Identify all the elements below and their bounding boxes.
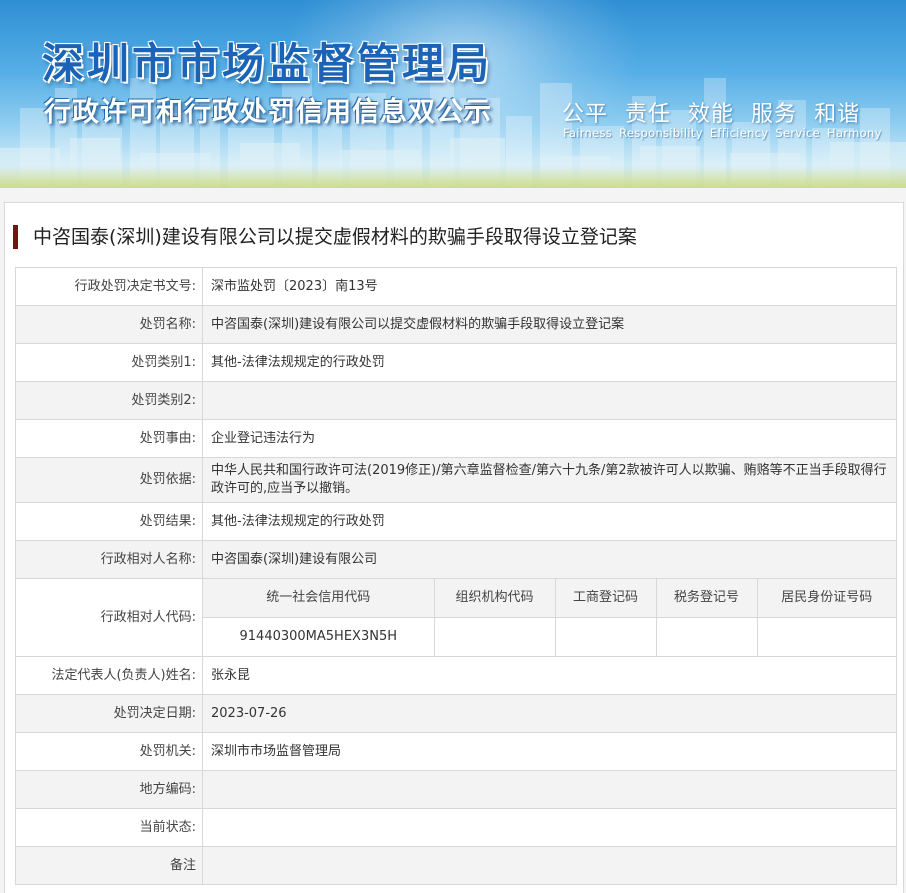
slogan-word: 效能 <box>688 102 735 127</box>
slogan-word-en: Harmony <box>827 126 882 140</box>
slogan-word: 责任 <box>625 102 672 127</box>
authority-value: 深圳市市场监督管理局 <box>202 732 897 771</box>
code-header: 居民身份证号码 <box>757 579 896 618</box>
business-reg-value <box>555 617 657 656</box>
field-label: 处罚事由: <box>15 419 203 458</box>
table-row: 法定代表人(负责人)姓名: 张永昆 <box>15 656 897 695</box>
table-row: 处罚依据: 中华人民共和国行政许可法(2019修正)/第六章监督检查/第六十九条… <box>15 457 897 503</box>
result-value: 其他-法律法规规定的行政处罚 <box>202 502 897 541</box>
status-value <box>202 808 897 847</box>
table-row: 处罚决定日期: 2023-07-26 <box>15 694 897 733</box>
table-row: 行政相对人名称: 中咨国泰(深圳)建设有限公司 <box>15 540 897 579</box>
table-row: 处罚结果: 其他-法律法规规定的行政处罚 <box>15 502 897 541</box>
table-row: 处罚名称: 中咨国泰(深圳)建设有限公司以提交虚假材料的欺骗手段取得设立登记案 <box>15 305 897 344</box>
slogan-word-en: Responsibility <box>619 126 703 140</box>
decision-date-value: 2023-07-26 <box>202 694 897 733</box>
code-header: 工商登记码 <box>555 579 657 618</box>
table-row: 备注 <box>15 846 897 885</box>
table-row: 处罚类别2: <box>15 381 897 420</box>
party-code-table: 统一社会信用代码 组织机构代码 工商登记码 税务登记号 居民身份证号码 9144… <box>203 579 896 656</box>
case-title: 中咨国泰(深圳)建设有限公司以提交虚假材料的欺骗手段取得设立登记案 <box>13 225 637 249</box>
field-label: 备注 <box>15 846 203 885</box>
code-header: 税务登记号 <box>656 579 758 618</box>
field-label: 法定代表人(负责人)姓名: <box>15 656 203 695</box>
field-label: 处罚类别1: <box>15 343 203 382</box>
site-title: 深圳市市场监督管理局 <box>42 39 493 88</box>
field-label: 地方编码: <box>15 770 203 809</box>
table-row: 行政相对人代码: 统一社会信用代码 组织机构代码 工商登记码 税务登记号 居民身… <box>15 578 897 657</box>
slogan-word: 和谐 <box>814 102 861 127</box>
slogan-word-en: Efficiency <box>709 126 769 140</box>
table-row: 处罚机关: 深圳市市场监督管理局 <box>15 732 897 771</box>
remarks-value <box>202 846 897 885</box>
ground-strip <box>0 166 906 188</box>
category1-value: 其他-法律法规规定的行政处罚 <box>202 343 897 382</box>
header-banner: 深圳市市场监督管理局 行政许可和行政处罚信用信息双公示 公平 责任 效能 服务 和谐 F… <box>0 0 906 188</box>
party-code-cell: 统一社会信用代码 组织机构代码 工商登记码 税务登记号 居民身份证号码 9144… <box>202 578 897 657</box>
code-value-row: 91440300MA5HEX3N5H <box>203 617 896 656</box>
field-label: 处罚决定日期: <box>15 694 203 733</box>
table-row: 地方编码: <box>15 770 897 809</box>
basis-value: 中华人民共和国行政许可法(2019修正)/第六章监督检查/第六十九条/第2款被许… <box>202 457 897 503</box>
field-label: 行政相对人名称: <box>15 540 203 579</box>
table-row: 当前状态: <box>15 808 897 847</box>
category2-value <box>202 381 897 420</box>
table-row: 行政处罚决定书文号: 深市监处罚〔2023〕南13号 <box>15 267 897 306</box>
table-row: 处罚事由: 企业登记违法行为 <box>15 419 897 458</box>
id-number-value <box>757 617 896 656</box>
case-detail-panel: 中咨国泰(深圳)建设有限公司以提交虚假材料的欺骗手段取得设立登记案 行政处罚决定… <box>4 202 904 893</box>
slogan-word: 服务 <box>751 102 798 127</box>
code-header: 统一社会信用代码 <box>203 579 435 618</box>
field-label: 处罚结果: <box>15 502 203 541</box>
code-header-row: 统一社会信用代码 组织机构代码 工商登记码 税务登记号 居民身份证号码 <box>203 579 896 618</box>
field-label: 行政相对人代码: <box>15 578 203 657</box>
penalty-info-table: 行政处罚决定书文号: 深市监处罚〔2023〕南13号 处罚名称: 中咨国泰(深圳… <box>15 267 897 885</box>
field-label: 处罚名称: <box>15 305 203 344</box>
credit-code-value: 91440300MA5HEX3N5H <box>203 617 435 656</box>
slogan-word-en: Fairness <box>563 126 613 140</box>
field-label: 当前状态: <box>15 808 203 847</box>
slogan-word-en: Service <box>775 126 821 140</box>
penalty-name-value: 中咨国泰(深圳)建设有限公司以提交虚假材料的欺骗手段取得设立登记案 <box>202 305 897 344</box>
decision-number-value: 深市监处罚〔2023〕南13号 <box>202 267 897 306</box>
field-label: 处罚机关: <box>15 732 203 771</box>
tax-reg-value <box>656 617 758 656</box>
slogan-english: Fairness Responsibility Efficiency Service H… <box>563 126 882 140</box>
field-label: 处罚类别2: <box>15 381 203 420</box>
field-label: 处罚依据: <box>15 457 203 503</box>
field-label: 行政处罚决定书文号: <box>15 267 203 306</box>
cause-value: 企业登记违法行为 <box>202 419 897 458</box>
legal-rep-value: 张永昆 <box>202 656 897 695</box>
table-row: 处罚类别1: 其他-法律法规规定的行政处罚 <box>15 343 897 382</box>
code-header: 组织机构代码 <box>434 579 556 618</box>
org-code-value <box>434 617 556 656</box>
party-name-value: 中咨国泰(深圳)建设有限公司 <box>202 540 897 579</box>
slogan-word: 公平 <box>562 102 609 127</box>
site-subtitle: 行政许可和行政处罚信用信息双公示 <box>44 97 492 128</box>
slogan-chinese: 公平 责任 效能 服务 和谐 <box>562 96 860 128</box>
region-code-value <box>202 770 897 809</box>
